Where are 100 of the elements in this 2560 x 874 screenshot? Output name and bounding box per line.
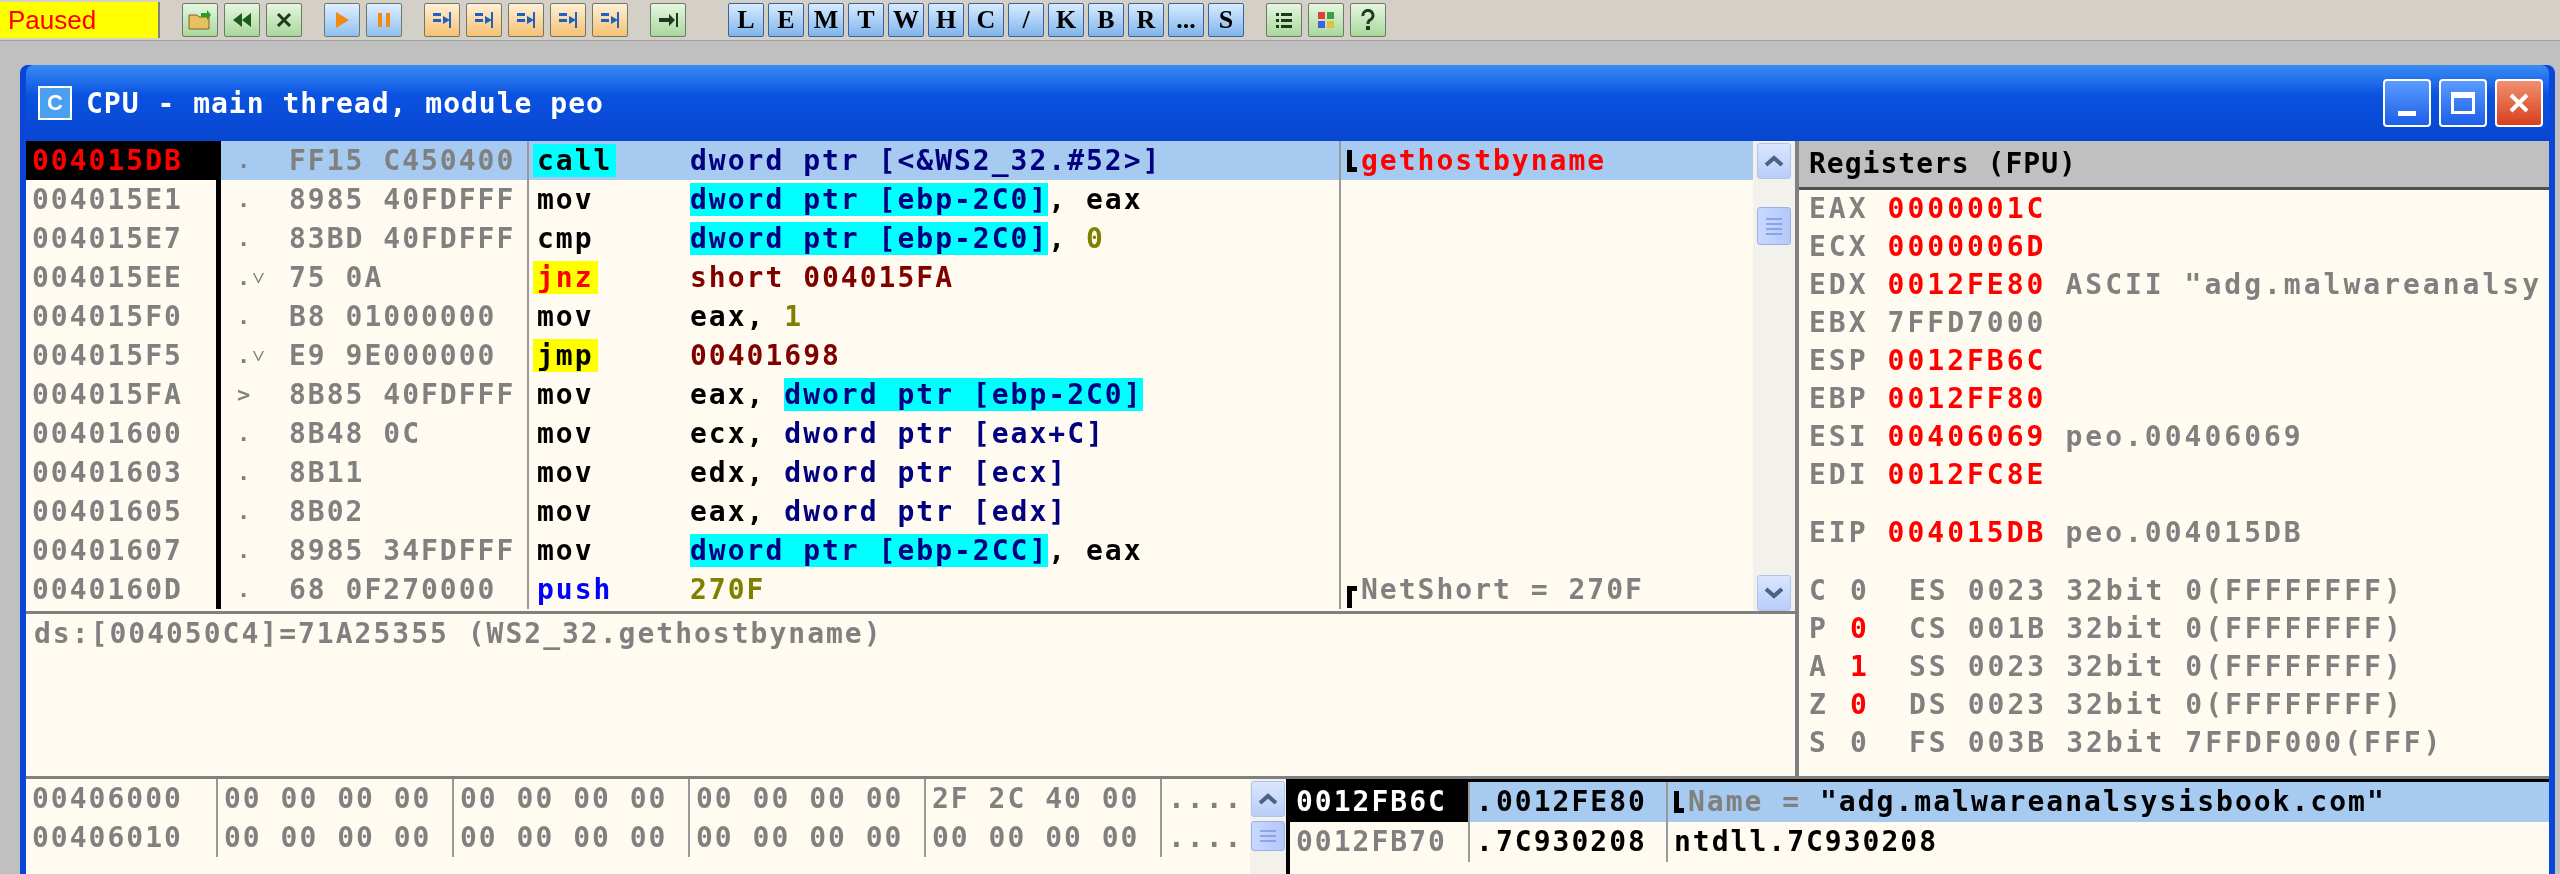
segment-name: ES <box>1909 573 1949 609</box>
stack-value: 0012FE80 <box>1496 782 1668 822</box>
window-shortcut-button[interactable]: W <box>888 3 924 37</box>
flag-value[interactable]: 0 <box>1850 572 1890 610</box>
mnemonic-cell: jmp <box>533 339 598 372</box>
register-value[interactable]: 0000001C <box>1887 190 2047 228</box>
minimize-button[interactable] <box>2383 79 2431 127</box>
register-value[interactable]: 0000006D <box>1887 228 2047 266</box>
window-shortcut-button[interactable]: L <box>728 3 764 37</box>
segment-name: SS <box>1909 649 1949 685</box>
scrollbar-thumb[interactable] <box>1251 821 1285 851</box>
bytes-cell-text: E9 9E000000 <box>289 338 497 374</box>
maximize-button[interactable] <box>2439 79 2487 127</box>
operands-cell: eax, dword ptr [ebp-2C0] <box>690 378 1143 411</box>
window-icon: C <box>38 86 72 120</box>
window-shortcut-button[interactable]: M <box>808 3 844 37</box>
close-button[interactable] <box>2495 79 2543 127</box>
grid-icon[interactable] <box>1308 3 1344 37</box>
pause-icon[interactable] <box>366 3 402 37</box>
scrollbar[interactable] <box>1753 141 1795 611</box>
register-name: ECX <box>1809 229 1869 265</box>
register-name: EBP <box>1809 381 1869 417</box>
window-shortcut-button[interactable]: H <box>928 3 964 37</box>
disassembly-row[interactable]: 004015DB . FF15 C450400 call dword ptr [<&WS2_32.#52>] gethostbyname <box>26 141 1753 180</box>
disassembly-row[interactable]: 004015E7 . 83BD 40FDFFF cmp dword ptr [ebp-2C0], 0 <box>26 219 1753 258</box>
segment-selector: 0023 <box>1967 573 2048 609</box>
address-cell-text: 00401605 <box>31 494 184 530</box>
operands-cell: 00401698 <box>690 339 841 372</box>
address-cell-text: 004015FA <box>31 377 184 413</box>
hex-bytes-cell: 00 00 00 00 <box>924 818 1160 857</box>
comment-cell-text: Name = "adg.malwareanalsysisbook.com" <box>1688 784 2386 820</box>
address-cell: 004015DB <box>26 141 216 180</box>
comment-cell-text: NetShort = 270F <box>1361 572 1644 608</box>
operands-cell: dword ptr [ebp-2C0], eax <box>690 183 1143 216</box>
mnemonic-cell-text: mov <box>536 300 595 333</box>
mnemonic-cell: jnz <box>533 261 598 294</box>
scrollbar-thumb[interactable] <box>1757 207 1791 245</box>
segment-info: 32bit 7FFDF000(FFF) <box>2066 725 2444 761</box>
jump-mark: . <box>236 459 254 487</box>
open-folder-icon[interactable] <box>182 3 218 37</box>
register-name: EBX <box>1809 305 1869 341</box>
address-cell-text: 00401607 <box>31 533 184 569</box>
disassembly-row[interactable]: 00401607 . 8985 34FDFFF mov dword ptr [ebp-2CC], eax <box>26 531 1753 570</box>
operands-cell: eax, 1 <box>690 300 804 333</box>
window-shortcut-button[interactable]: C <box>968 3 1004 37</box>
chevron-up-icon <box>1763 154 1785 168</box>
register-note: ASCII "adg.malwareanalsy <box>2065 267 2542 303</box>
flag-value[interactable]: 0 <box>1850 610 1890 648</box>
hex-bytes-cell: 00 00 00 00 <box>216 818 452 857</box>
window-shortcut-button[interactable]: K <box>1048 3 1084 37</box>
stack-value: 7C930208 <box>1496 822 1668 862</box>
bytes-cell-text: FF15 C450400 <box>289 143 516 179</box>
scroll-up-button[interactable] <box>1251 781 1285 817</box>
info-text: ds:[004050C4]=71A25355 (WS2_32.gethostbyname) <box>34 617 883 650</box>
mnemonic-cell-text: push <box>536 573 614 606</box>
scroll-up-button[interactable] <box>1757 143 1791 179</box>
address-cell: 0012FB6C <box>1290 782 1470 822</box>
close-icon[interactable] <box>266 3 302 37</box>
jump-mark: > <box>236 381 254 409</box>
register-value[interactable]: 7FFD7000 <box>1887 304 2047 342</box>
list-icon[interactable] <box>1266 3 1302 37</box>
jump-mark: . <box>236 537 254 565</box>
window-shortcut-button[interactable]: / <box>1008 3 1044 37</box>
register-value[interactable]: 00406069 <box>1887 418 2047 456</box>
register-name: EAX <box>1809 191 1869 227</box>
hex-bytes-cell: 00 00 00 00 <box>216 779 452 818</box>
window-shortcut-button[interactable]: ... <box>1168 3 1204 37</box>
window-shortcut-button[interactable]: E <box>768 3 804 37</box>
disassembly-row[interactable]: 004015FA > 8B85 40FDFFF mov eax, dword ptr [ebp-2C0] <box>26 375 1753 414</box>
hex-bytes-cell: 00 00 00 00 <box>688 779 924 818</box>
scroll-down-button[interactable] <box>1757 575 1791 611</box>
value-mark: . <box>1470 782 1496 822</box>
disassembly-row[interactable]: 004015EE .˅ 75 0A jnz short 004015FA <box>26 258 1753 297</box>
window-shortcut-button[interactable]: S <box>1208 3 1244 37</box>
operands-cell: ecx, dword ptr [eax+C] <box>690 417 1105 450</box>
register-value[interactable]: 0012FE80 <box>1887 266 2047 304</box>
flag-value[interactable]: 1 <box>1850 648 1890 686</box>
hex-bytes-cell: 2F 2C 40 00 <box>924 779 1160 818</box>
mnemonic-cell-text: mov <box>536 378 595 411</box>
window-shortcut-button[interactable]: B <box>1088 3 1124 37</box>
segment-info: 32bit 0(FFFFFFFF) <box>2066 573 2404 609</box>
register-value[interactable]: 004015DB <box>1887 514 2047 552</box>
register-note: peo.00406069 <box>2065 419 2304 455</box>
rewind-icon[interactable] <box>224 3 260 37</box>
pane-header: Registers (FPU) <box>1799 141 2549 190</box>
register-value[interactable]: 0012FC8E <box>1887 456 2047 494</box>
flag-value[interactable]: 0 <box>1850 686 1890 724</box>
address-cell-text: 00401600 <box>31 416 184 452</box>
help-icon[interactable] <box>1350 3 1386 37</box>
segment-name: DS <box>1909 687 1949 723</box>
bytes-cell-text: 68 0F270000 <box>289 572 497 608</box>
flag-value[interactable]: 0 <box>1850 724 1890 762</box>
register-value[interactable]: 0012FF80 <box>1887 380 2047 418</box>
window-shortcut-button[interactable]: T <box>848 3 884 37</box>
play-icon[interactable] <box>324 3 360 37</box>
stack-row[interactable]: 0012FB70 .7C930208 ntdll.7C930208 <box>1290 822 2549 862</box>
address-cell: 0012FB70 <box>1290 822 1470 862</box>
register-value[interactable]: 0012FB6C <box>1887 342 2047 380</box>
window-shortcut-button[interactable]: R <box>1128 3 1164 37</box>
disassembly-row[interactable]: 004015E1 . 8985 40FDFFF mov dword ptr [ebp-2C0], eax <box>26 180 1753 219</box>
